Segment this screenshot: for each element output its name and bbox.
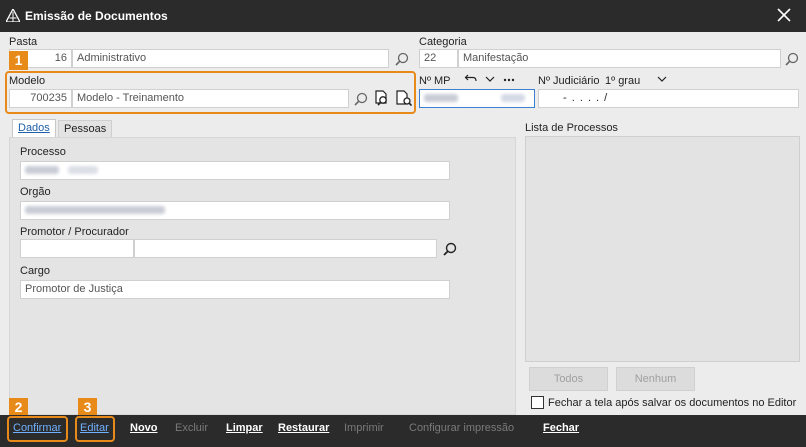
modelo-code-field[interactable]: 700235: [9, 89, 72, 108]
orgao-field[interactable]: [20, 201, 450, 220]
judiciario-number-field[interactable]: - . . . . /: [538, 89, 799, 108]
nenhum-button[interactable]: Nenhum: [616, 367, 695, 391]
document-form: Pasta 16 Administrativo Categoria 22 Man…: [0, 32, 806, 417]
confirmar-button[interactable]: Confirmar: [13, 422, 61, 434]
configurar-impressao-button[interactable]: Configurar impressão: [409, 422, 514, 434]
app-logo-icon: [6, 9, 20, 22]
categoria-name-field[interactable]: Manifestação: [458, 49, 781, 68]
excluir-button[interactable]: Excluir: [175, 422, 208, 434]
orgao-label: Orgão: [20, 186, 51, 198]
processo-label: Processo: [20, 146, 66, 158]
callout-badge-1: 1: [9, 51, 28, 70]
imprimir-button[interactable]: Imprimir: [344, 422, 384, 434]
categoria-search-icon[interactable]: [783, 50, 801, 68]
promotor-label: Promotor / Procurador: [20, 226, 129, 238]
cargo-label: Cargo: [20, 265, 50, 277]
modelo-preview-icon[interactable]: [372, 89, 390, 107]
close-icon[interactable]: [776, 7, 792, 23]
fechar-tela-label: Fechar a tela após salvar os documentos …: [548, 397, 797, 409]
editar-button[interactable]: Editar: [80, 422, 109, 434]
undo-icon[interactable]: [464, 72, 478, 86]
title-bar: Emissão de Documentos: [0, 0, 806, 32]
judiciario-label: Nº Judiciário: [538, 75, 600, 87]
promotor-search-icon[interactable]: [441, 240, 459, 258]
categoria-label: Categoria: [419, 36, 467, 48]
nmp-label: Nº MP: [419, 75, 451, 87]
promotor-name-field[interactable]: [134, 239, 437, 258]
modelo-label: Modelo: [9, 75, 46, 87]
limpar-button[interactable]: Limpar: [226, 422, 263, 434]
grau-label: 1º grau: [605, 75, 641, 87]
promotor-code-field[interactable]: [20, 239, 134, 258]
novo-button[interactable]: Novo: [130, 422, 158, 434]
pasta-search-icon[interactable]: [393, 50, 411, 68]
fechar-tela-checkbox[interactable]: [531, 396, 544, 409]
more-options-icon[interactable]: [502, 72, 516, 86]
nmp-field[interactable]: [419, 89, 535, 108]
lista-processos-box[interactable]: [525, 136, 800, 362]
pasta-name-field[interactable]: Administrativo: [72, 49, 389, 68]
cargo-field[interactable]: Promotor de Justiça: [20, 280, 450, 299]
tab-pessoas[interactable]: Pessoas: [58, 120, 113, 138]
restaurar-button[interactable]: Restaurar: [278, 422, 329, 434]
lista-processos-label: Lista de Processos: [525, 122, 618, 134]
window-title: Emissão de Documentos: [25, 9, 168, 23]
grau-dropdown-chevron-icon[interactable]: [655, 72, 669, 86]
processo-field[interactable]: [20, 161, 450, 180]
chevron-down-icon[interactable]: [483, 72, 497, 86]
modelo-search-icon[interactable]: [352, 90, 370, 108]
todos-button[interactable]: Todos: [529, 367, 608, 391]
pasta-label: Pasta: [9, 36, 38, 48]
action-bar: Confirmar Editar Novo Excluir Limpar Res…: [0, 415, 806, 447]
categoria-code-field[interactable]: 22: [419, 49, 458, 68]
modelo-name-field[interactable]: Modelo - Treinamento: [72, 89, 349, 108]
fechar-button[interactable]: Fechar: [543, 422, 579, 434]
tab-dados[interactable]: Dados: [12, 119, 56, 137]
modelo-search-document-icon[interactable]: [394, 89, 413, 107]
